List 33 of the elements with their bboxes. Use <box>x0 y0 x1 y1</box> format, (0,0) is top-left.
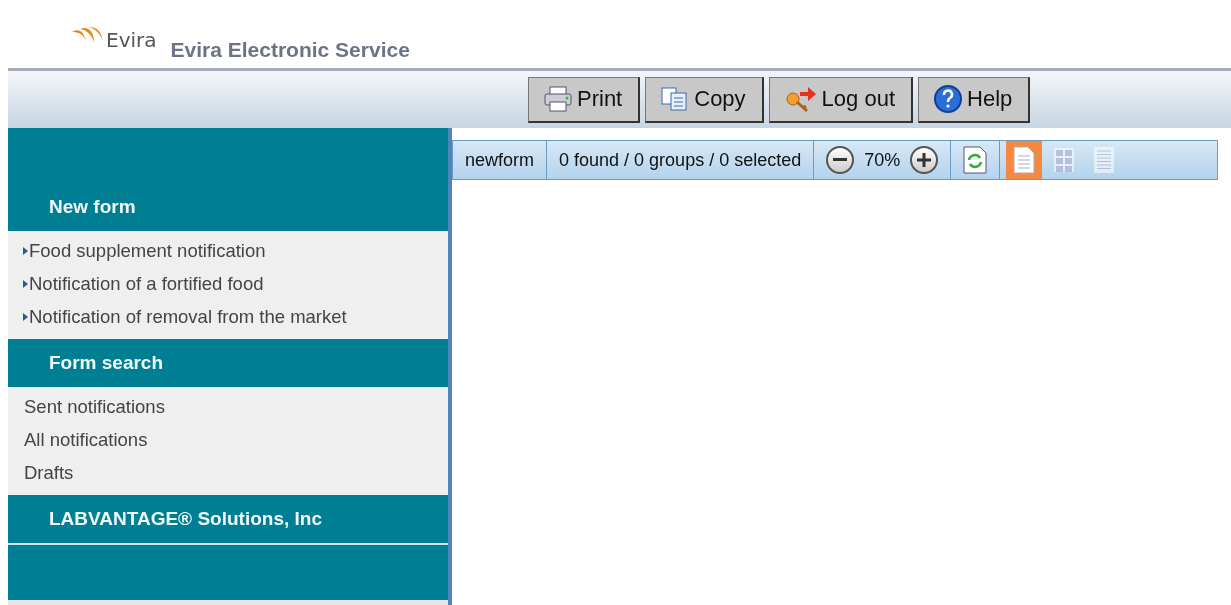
minus-icon <box>833 158 848 162</box>
menu-link[interactable]: Drafts <box>22 459 448 487</box>
refresh-icon[interactable] <box>963 146 988 174</box>
menu-link[interactable]: Sent notifications <box>22 393 448 421</box>
key-icon <box>783 84 818 114</box>
section-heading: New form <box>49 196 136 218</box>
logo: Evira <box>70 26 157 62</box>
section-heading: Form search <box>49 352 164 374</box>
arrow-icon <box>22 246 29 256</box>
page-icon <box>1013 146 1036 174</box>
menu-link[interactable]: Food supplement notification <box>22 237 448 265</box>
zoom-level: 70% <box>864 149 901 171</box>
list-icon <box>1093 146 1116 174</box>
copy-button[interactable]: Copy <box>645 76 764 123</box>
app-title: Evira Electronic Service <box>170 38 410 62</box>
menu-link[interactable]: All notifications <box>22 426 448 454</box>
new-form-label: newform <box>465 149 535 171</box>
section-heading: LABVANTAGE® Solutions, Inc <box>49 508 322 530</box>
result-count: 0 found / 0 groups / 0 selected <box>559 149 802 171</box>
print-button[interactable]: Print <box>528 76 641 123</box>
help-icon <box>933 84 963 114</box>
page-view-button[interactable] <box>1006 141 1043 179</box>
help-button[interactable]: Help <box>918 76 1031 123</box>
zoom-out-button[interactable] <box>826 146 855 174</box>
arrow-icon <box>22 279 29 289</box>
printer-icon <box>543 85 573 113</box>
logout-button[interactable]: Log out <box>768 76 913 123</box>
zoom-in-button[interactable] <box>910 146 939 174</box>
menu-link[interactable]: Notification of a fortified food <box>22 270 448 298</box>
arrow-icon <box>22 312 29 322</box>
grid-icon <box>1053 147 1076 173</box>
menu-link[interactable]: Notification of removal from the market <box>22 303 448 331</box>
plus-icon <box>917 153 932 167</box>
